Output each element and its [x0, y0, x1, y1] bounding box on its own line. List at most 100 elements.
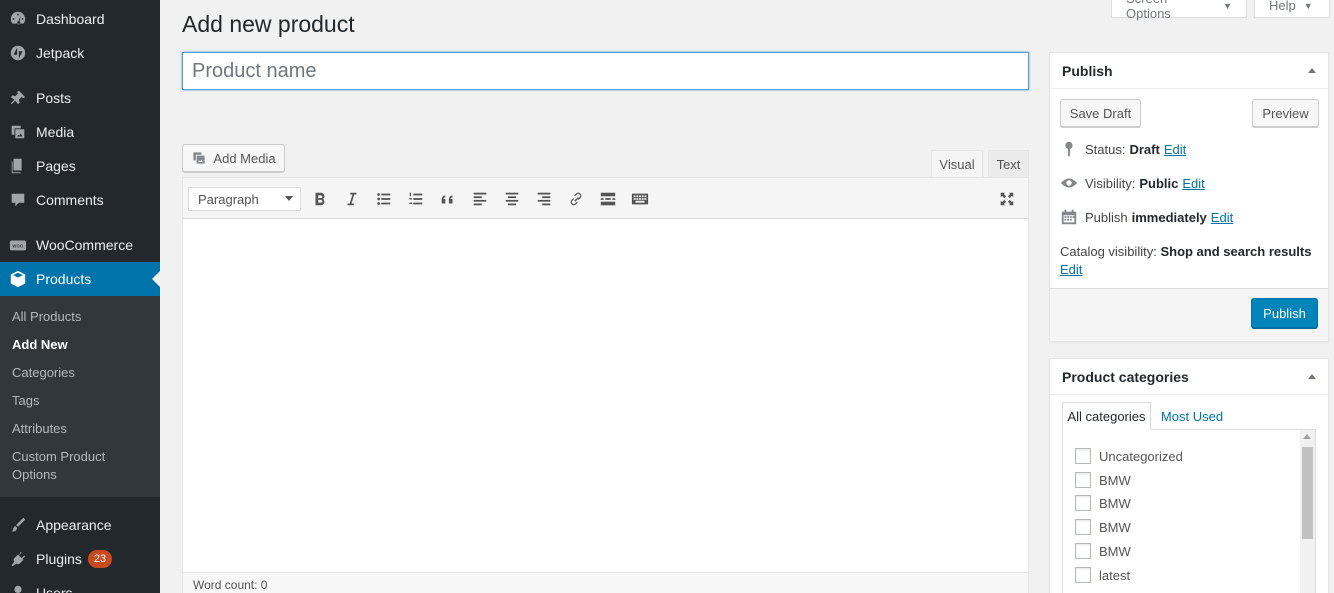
box-icon — [0, 270, 36, 288]
submenu-tags[interactable]: Tags — [12, 392, 39, 410]
status-label: Status: — [1085, 141, 1126, 157]
pin-icon — [0, 89, 36, 107]
menu-woocommerce[interactable]: woo WooCommerce — [0, 228, 160, 262]
menu-jetpack[interactable]: Jetpack — [0, 36, 160, 70]
align-right-icon — [537, 192, 551, 206]
quote-icon — [441, 195, 453, 204]
menu-products[interactable]: Products — [0, 262, 160, 296]
menu-media[interactable]: Media — [0, 115, 160, 149]
product-name-input[interactable] — [182, 52, 1029, 90]
bold-button[interactable] — [309, 188, 331, 210]
tab-visual[interactable]: Visual — [931, 150, 983, 178]
caret-down-icon: ▼ — [1303, 0, 1313, 11]
menu-appearance-label: Appearance — [36, 517, 112, 533]
read-more-button[interactable] — [597, 188, 619, 210]
category-item[interactable]: BMW — [1075, 519, 1131, 535]
category-checkbox[interactable] — [1075, 519, 1091, 535]
category-item[interactable]: latest — [1075, 567, 1130, 583]
category-item[interactable]: BMW — [1075, 472, 1131, 488]
numbered-list-button[interactable] — [405, 188, 427, 210]
screen-options-button[interactable]: Screen Options ▼ — [1111, 0, 1247, 21]
tab-most-used[interactable]: Most Used — [1153, 402, 1231, 430]
bullet-list-icon — [377, 193, 391, 205]
submenu-custom-product-options[interactable]: Custom Product Options — [12, 448, 105, 484]
submenu-categories[interactable]: Categories — [12, 364, 75, 382]
catalog-visibility-row: Catalog visibility: Shop and search resu… — [1060, 243, 1320, 279]
edit-catalog-visibility-link[interactable]: Edit — [1060, 262, 1082, 277]
menu-posts[interactable]: Posts — [0, 81, 160, 115]
menu-users[interactable]: Users — [0, 576, 160, 593]
brush-icon — [0, 516, 36, 534]
help-button[interactable]: Help ▼ — [1254, 0, 1330, 18]
blockquote-button[interactable] — [437, 188, 459, 210]
category-item[interactable]: BMW — [1075, 543, 1131, 559]
comment-icon — [0, 191, 36, 209]
distraction-free-button[interactable] — [996, 188, 1018, 210]
edit-status-link[interactable]: Edit — [1164, 142, 1186, 157]
scroll-up-arrow-icon[interactable] — [1303, 434, 1311, 439]
category-item[interactable]: BMW — [1075, 495, 1131, 511]
edit-visibility-link[interactable]: Edit — [1182, 176, 1204, 191]
keyboard-icon — [631, 193, 649, 205]
menu-plugins[interactable]: Plugins 23 — [0, 542, 160, 576]
scrollbar-thumb[interactable] — [1302, 447, 1313, 539]
align-center-button[interactable] — [501, 188, 523, 210]
category-checkbox[interactable] — [1075, 567, 1091, 583]
category-label: BMW — [1099, 495, 1131, 511]
calendar-icon — [1061, 209, 1077, 225]
media-icon — [193, 152, 206, 164]
collapse-arrow-icon[interactable] — [1308, 374, 1316, 379]
category-scrollbar[interactable] — [1300, 430, 1315, 593]
category-label: latest — [1099, 567, 1131, 583]
format-select-value: Paragraph — [198, 191, 259, 207]
category-item[interactable]: Uncategorized — [1075, 448, 1183, 464]
dashboard-icon — [0, 10, 36, 28]
bold-icon — [315, 192, 325, 206]
tab-text[interactable]: Text — [988, 150, 1029, 178]
content-editor[interactable]: Paragraph Word count: 0 — [182, 177, 1029, 593]
category-checkbox[interactable] — [1075, 472, 1091, 488]
menu-jetpack-label: Jetpack — [36, 45, 85, 61]
menu-posts-label: Posts — [36, 90, 72, 106]
menu-users-label: Users — [36, 585, 73, 593]
submenu-add-new[interactable]: Add New — [12, 336, 68, 354]
editor-toolbar: Paragraph — [183, 178, 1028, 219]
category-label: BMW — [1099, 519, 1131, 535]
align-right-button[interactable] — [533, 188, 555, 210]
category-checkbox[interactable] — [1075, 495, 1091, 511]
status-row: Status: Draft Edit — [1060, 140, 1186, 158]
users-icon — [0, 584, 36, 593]
add-media-button[interactable]: Add Media — [182, 144, 285, 172]
submenu-all-products[interactable]: All Products — [12, 308, 81, 326]
edit-publish-date-link[interactable]: Edit — [1211, 210, 1233, 225]
eye-icon — [1060, 178, 1078, 188]
submenu-attributes[interactable]: Attributes — [12, 420, 67, 438]
format-select[interactable]: Paragraph — [188, 187, 301, 211]
publish-label: Publish — [1085, 209, 1128, 225]
category-checkbox[interactable] — [1075, 543, 1091, 559]
category-checkbox[interactable] — [1075, 448, 1091, 464]
bullet-list-button[interactable] — [373, 188, 395, 210]
menu-appearance[interactable]: Appearance — [0, 508, 160, 542]
insert-link-button[interactable] — [565, 188, 587, 210]
preview-button[interactable]: Preview — [1252, 99, 1319, 127]
italic-button[interactable] — [341, 188, 363, 210]
toolbar-toggle-button[interactable] — [629, 188, 651, 210]
link-icon — [570, 192, 582, 206]
align-center-icon — [505, 192, 519, 206]
product-categories-title: Product categories — [1050, 359, 1328, 395]
page-title: Add new product — [182, 11, 355, 37]
active-menu-arrow — [152, 271, 160, 287]
collapse-arrow-icon[interactable] — [1308, 68, 1316, 73]
tab-all-categories[interactable]: All categories — [1062, 402, 1151, 430]
menu-dashboard[interactable]: Dashboard — [0, 2, 160, 36]
fullscreen-icon — [1000, 192, 1014, 206]
menu-comments[interactable]: Comments — [0, 183, 160, 217]
menu-plugins-label: Plugins — [36, 551, 82, 567]
menu-comments-label: Comments — [36, 192, 104, 208]
publish-value: immediately — [1131, 209, 1207, 225]
align-left-button[interactable] — [469, 188, 491, 210]
menu-pages[interactable]: Pages — [0, 149, 160, 183]
save-draft-button[interactable]: Save Draft — [1060, 99, 1141, 127]
publish-button[interactable]: Publish — [1251, 298, 1318, 328]
